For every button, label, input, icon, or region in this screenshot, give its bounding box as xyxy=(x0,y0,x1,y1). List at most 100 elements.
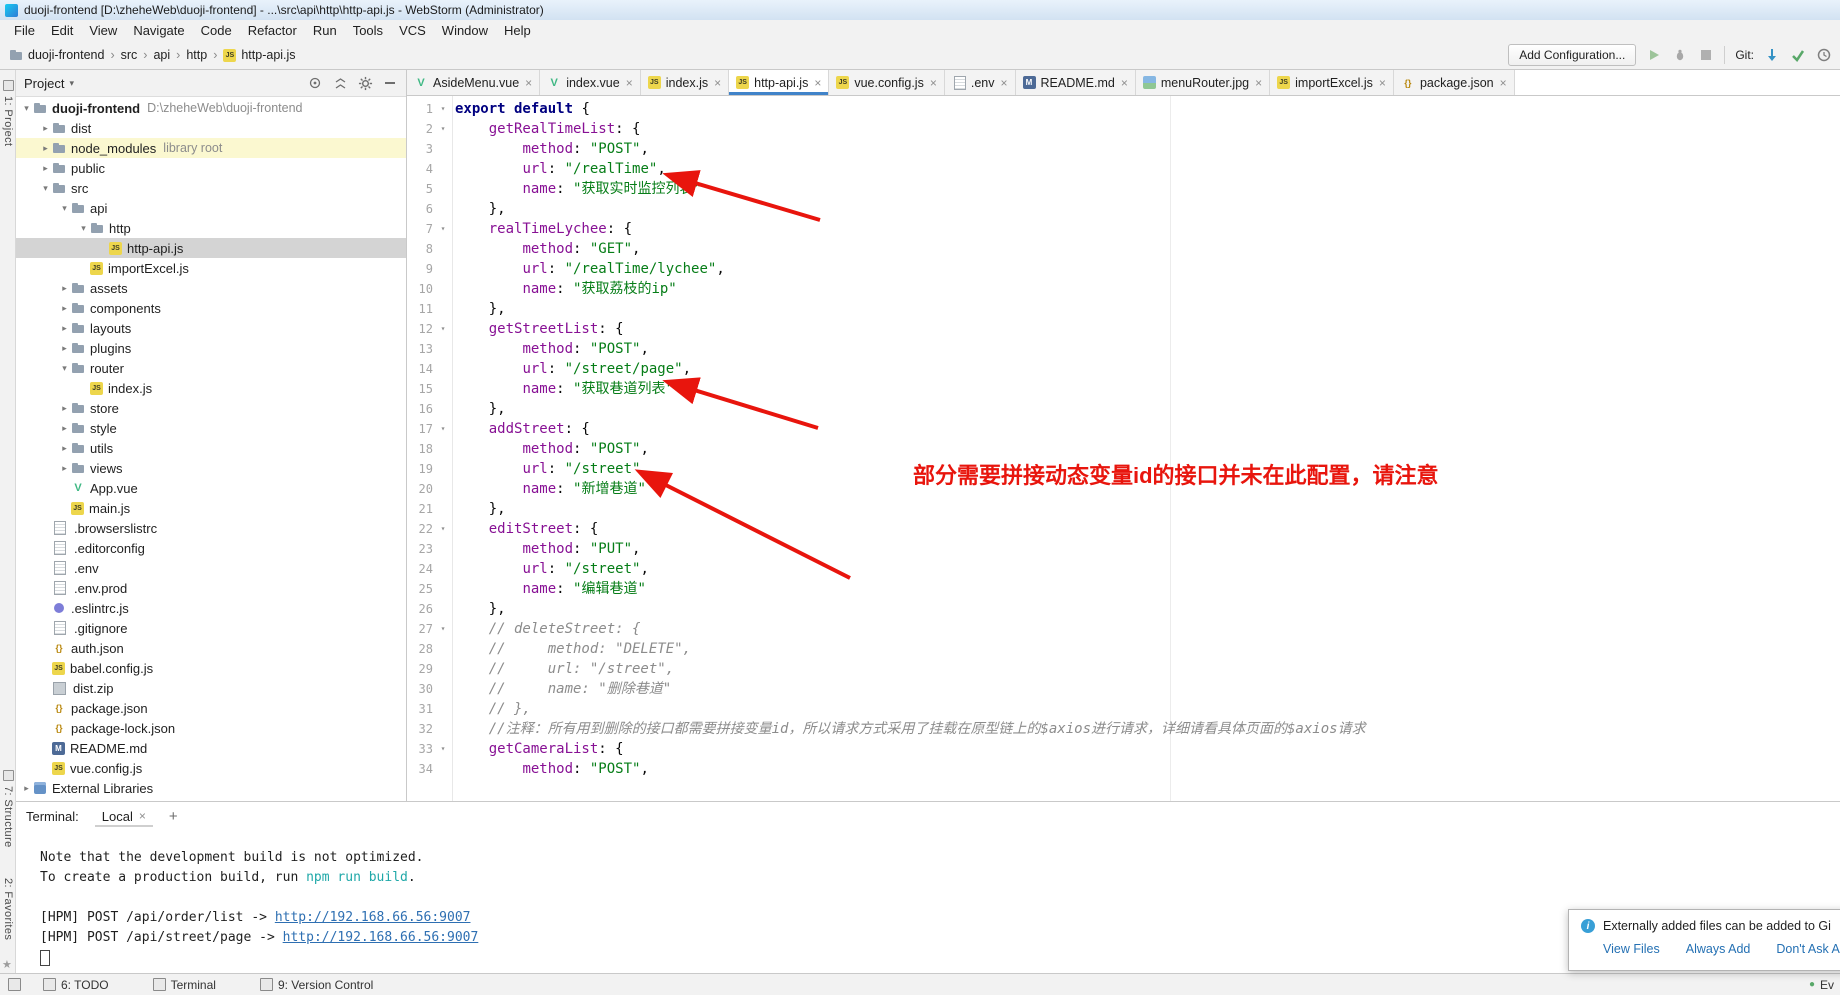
code-line[interactable]: 11 }, xyxy=(407,299,1840,319)
statusbar-todo-button[interactable]: 6: TODO xyxy=(43,978,109,992)
tree-item-public[interactable]: ▸public xyxy=(16,158,406,178)
tab-close-icon[interactable]: × xyxy=(930,76,937,90)
code-line[interactable]: 14 url: "/street/page", xyxy=(407,359,1840,379)
code-line[interactable]: 28 // method: "DELETE", xyxy=(407,639,1840,659)
tab-close-icon[interactable]: × xyxy=(1379,76,1386,90)
commit-button[interactable] xyxy=(1790,47,1806,63)
run-button[interactable] xyxy=(1646,47,1662,63)
code-line[interactable]: 23 method: "PUT", xyxy=(407,539,1840,559)
tree-item-.editorconfig[interactable]: .editorconfig xyxy=(16,538,406,558)
breadcrumb-item[interactable]: src xyxy=(118,48,141,62)
code-line[interactable]: 6 }, xyxy=(407,199,1840,219)
tree-item-store[interactable]: ▸store xyxy=(16,398,406,418)
editor-tab-.env[interactable]: .env× xyxy=(945,70,1016,95)
menu-item-refactor[interactable]: Refactor xyxy=(240,20,305,41)
statusbar-vcs-button[interactable]: 9: Version Control xyxy=(260,978,373,992)
code-line[interactable]: 7▾ realTimeLychee: { xyxy=(407,219,1840,239)
code-line[interactable]: 16 }, xyxy=(407,399,1840,419)
toolwindow-switcher-icon[interactable] xyxy=(8,978,21,991)
add-configuration-button[interactable]: Add Configuration... xyxy=(1508,44,1636,66)
fold-icon[interactable]: ▾ xyxy=(437,99,449,119)
code-line[interactable]: 1▾export default { xyxy=(407,99,1840,119)
code-line[interactable]: 25 name: "编辑巷道" xyxy=(407,579,1840,599)
tab-close-icon[interactable]: × xyxy=(1000,76,1007,90)
menu-item-tools[interactable]: Tools xyxy=(345,20,391,41)
tree-item-plugins[interactable]: ▸plugins xyxy=(16,338,406,358)
tree-item-vue.config.js[interactable]: JSvue.config.js xyxy=(16,758,406,778)
code-line[interactable]: 21 }, xyxy=(407,499,1840,519)
event-log-button[interactable]: ● Ev xyxy=(1809,978,1834,992)
notification-action-don-t-ask-agai[interactable]: Don't Ask Agai xyxy=(1776,942,1840,956)
settings-gear-icon[interactable] xyxy=(357,75,373,91)
breadcrumb-item[interactable]: duoji-frontend xyxy=(6,48,107,62)
code-line[interactable]: 8 method: "GET", xyxy=(407,239,1840,259)
toolwindow-favorites-button[interactable]: 2: Favorites xyxy=(0,878,16,940)
tab-close-icon[interactable]: × xyxy=(814,76,821,90)
tree-item-components[interactable]: ▸components xyxy=(16,298,406,318)
tree-item-http-api.js[interactable]: JShttp-api.js xyxy=(16,238,406,258)
tree-chevron-icon[interactable]: ▸ xyxy=(58,403,71,414)
menu-item-navigate[interactable]: Navigate xyxy=(125,20,192,41)
code-line[interactable]: 4 url: "/realTime", xyxy=(407,159,1840,179)
history-button[interactable] xyxy=(1816,47,1832,63)
tree-item-src[interactable]: ▾src xyxy=(16,178,406,198)
tree-item-package-lock.json[interactable]: {}package-lock.json xyxy=(16,718,406,738)
editor-tab-package.json[interactable]: {}package.json× xyxy=(1394,70,1515,95)
favorites-star-icon[interactable]: ★ xyxy=(2,958,12,971)
tree-chevron-icon[interactable]: ▸ xyxy=(20,783,33,794)
code-line[interactable]: 9 url: "/realTime/lychee", xyxy=(407,259,1840,279)
tree-item-External Libraries[interactable]: ▸External Libraries xyxy=(16,778,406,798)
statusbar-terminal-button[interactable]: Terminal xyxy=(153,978,216,992)
code-editor[interactable]: 1▾export default {2▾ getRealTimeList: {3… xyxy=(407,96,1840,801)
tree-chevron-icon[interactable]: ▸ xyxy=(58,343,71,354)
code-line[interactable]: 5 name: "获取实时监控列表" xyxy=(407,179,1840,199)
breadcrumb-item[interactable]: http xyxy=(183,48,210,62)
tree-chevron-icon[interactable]: ▸ xyxy=(58,323,71,334)
code-line[interactable]: 10 name: "获取荔枝的ip" xyxy=(407,279,1840,299)
notification-action-always-add[interactable]: Always Add xyxy=(1686,942,1751,956)
menu-item-help[interactable]: Help xyxy=(496,20,539,41)
menu-item-run[interactable]: Run xyxy=(305,20,345,41)
tree-chevron-icon[interactable]: ▾ xyxy=(39,183,52,194)
tab-close-icon[interactable]: × xyxy=(525,76,532,90)
code-line[interactable]: 27▾ // deleteStreet: { xyxy=(407,619,1840,639)
terminal-tab-local[interactable]: Local × xyxy=(95,806,153,827)
menu-item-view[interactable]: View xyxy=(81,20,125,41)
tree-item-http[interactable]: ▾http xyxy=(16,218,406,238)
tree-chevron-icon[interactable]: ▸ xyxy=(58,463,71,474)
locate-file-button[interactable] xyxy=(307,75,323,91)
fold-icon[interactable]: ▾ xyxy=(437,119,449,139)
tab-close-icon[interactable]: × xyxy=(1121,76,1128,90)
code-line[interactable]: 26 }, xyxy=(407,599,1840,619)
tree-chevron-icon[interactable]: ▸ xyxy=(58,423,71,434)
tree-chevron-icon[interactable]: ▾ xyxy=(58,203,71,214)
editor-tab-index.js[interactable]: JSindex.js× xyxy=(641,70,729,95)
tree-item-style[interactable]: ▸style xyxy=(16,418,406,438)
tree-item-layouts[interactable]: ▸layouts xyxy=(16,318,406,338)
editor-tab-README.md[interactable]: MREADME.md× xyxy=(1016,70,1136,95)
code-line[interactable]: 13 method: "POST", xyxy=(407,339,1840,359)
breadcrumb-item[interactable]: api xyxy=(150,48,173,62)
editor-tab-importExcel.js[interactable]: JSimportExcel.js× xyxy=(1270,70,1394,95)
collapse-all-button[interactable] xyxy=(332,75,348,91)
tree-item-assets[interactable]: ▸assets xyxy=(16,278,406,298)
menu-item-edit[interactable]: Edit xyxy=(43,20,81,41)
new-terminal-session-button[interactable]: + xyxy=(169,808,178,825)
fold-icon[interactable]: ▾ xyxy=(437,519,449,539)
fold-icon[interactable]: ▾ xyxy=(437,619,449,639)
tree-item-router[interactable]: ▾router xyxy=(16,358,406,378)
stop-button[interactable] xyxy=(1698,47,1714,63)
editor-tab-menuRouter.jpg[interactable]: menuRouter.jpg× xyxy=(1136,70,1270,95)
tab-close-icon[interactable]: × xyxy=(626,76,633,90)
tree-chevron-icon[interactable]: ▸ xyxy=(39,123,52,134)
tree-item-dist.zip[interactable]: dist.zip xyxy=(16,678,406,698)
editor-tab-index.vue[interactable]: Vindex.vue× xyxy=(540,70,641,95)
menu-item-file[interactable]: File xyxy=(6,20,43,41)
fold-icon[interactable]: ▾ xyxy=(437,319,449,339)
hide-panel-button[interactable] xyxy=(382,75,398,91)
notification-action-view-files[interactable]: View Files xyxy=(1603,942,1660,956)
tree-item-.browserslistrc[interactable]: .browserslistrc xyxy=(16,518,406,538)
update-project-button[interactable] xyxy=(1764,47,1780,63)
project-view-selector[interactable]: Project ▾ xyxy=(24,76,74,91)
terminal-link[interactable]: http://192.168.66.56:9007 xyxy=(275,910,471,925)
